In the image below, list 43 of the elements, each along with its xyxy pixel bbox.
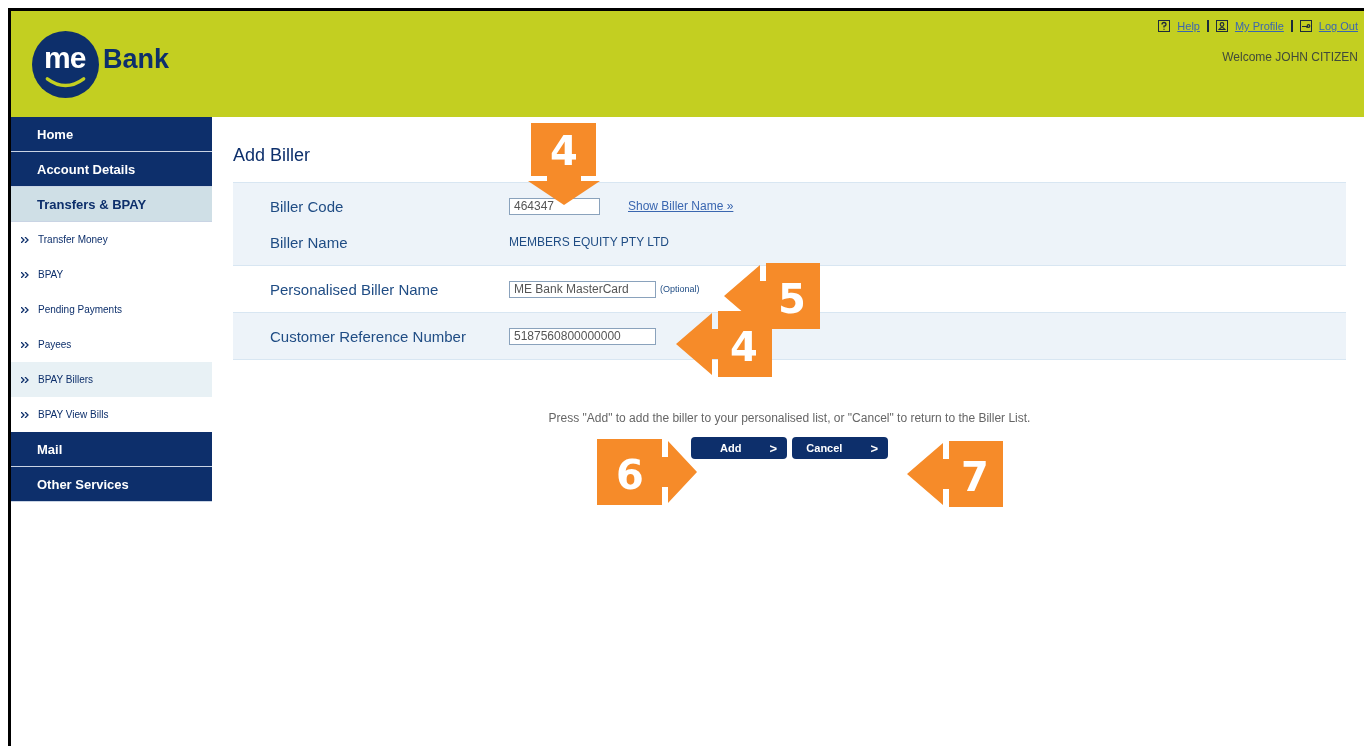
field-label: Biller Name — [269, 233, 349, 251]
nav-item[interactable]: BPAY View Bills — [11, 397, 212, 432]
nav-item[interactable]: Transfers & BPAY — [11, 187, 212, 222]
nav-item[interactable]: Home — [11, 117, 212, 152]
field-label: Biller Code — [269, 197, 345, 215]
instruction-text: Press "Add" to add the biller to your personalised list, or "Cancel" to return to the Biller List. — [547, 411, 1032, 425]
show-biller-name-link[interactable]: Show Biller Name » — [628, 199, 734, 213]
nav-item[interactable]: Pending Payments — [11, 292, 212, 327]
smile-icon — [32, 30, 99, 98]
action-button[interactable]: Cancel > — [792, 437, 888, 459]
nav-item[interactable]: Transfer Money — [11, 222, 212, 257]
chevron-icon — [21, 271, 29, 278]
logo-name: Bank — [103, 43, 170, 75]
nav-item[interactable]: Mail — [11, 432, 212, 467]
callout-number: 4 — [550, 128, 578, 174]
action-button[interactable]: Add > — [691, 437, 787, 459]
field-label: Customer Reference Number — [269, 327, 467, 345]
help-icon[interactable] — [1158, 20, 1171, 32]
input-field[interactable]: ME Bank MasterCard — [509, 280, 656, 298]
nav-item[interactable]: BPAY — [11, 257, 212, 292]
field-value: MEMBERS EQUITY PTY LTD — [509, 235, 670, 249]
chevron-icon — [21, 341, 29, 348]
logo-mark: me — [44, 41, 86, 75]
field-label: Personalised Biller Name — [269, 280, 440, 298]
callout-number: 5 — [778, 276, 806, 322]
input-field[interactable]: 464347 — [509, 197, 600, 215]
nav-item[interactable]: BPAY Billers — [11, 362, 212, 397]
nav-item[interactable]: Account Details — [11, 152, 212, 187]
chevron-icon — [21, 411, 29, 418]
callout-number: 7 — [961, 454, 989, 500]
input-field[interactable]: 5187560800000000 — [509, 327, 656, 345]
nav-item[interactable]: Payees — [11, 327, 212, 362]
callout-number: 4 — [730, 324, 758, 370]
chevron-icon — [21, 376, 29, 383]
callout-number: 6 — [616, 452, 644, 498]
welcome-text: Welcome JOHN CITIZEN — [1222, 50, 1358, 64]
page-title: Add Biller — [233, 145, 311, 166]
nav-item[interactable]: Other Services — [11, 467, 212, 502]
chevron-icon — [21, 306, 29, 313]
optional-note: (Optional) — [660, 284, 700, 294]
chevron-icon — [21, 236, 29, 243]
person-icon[interactable] — [1215, 20, 1228, 32]
key-icon[interactable] — [1299, 20, 1312, 32]
